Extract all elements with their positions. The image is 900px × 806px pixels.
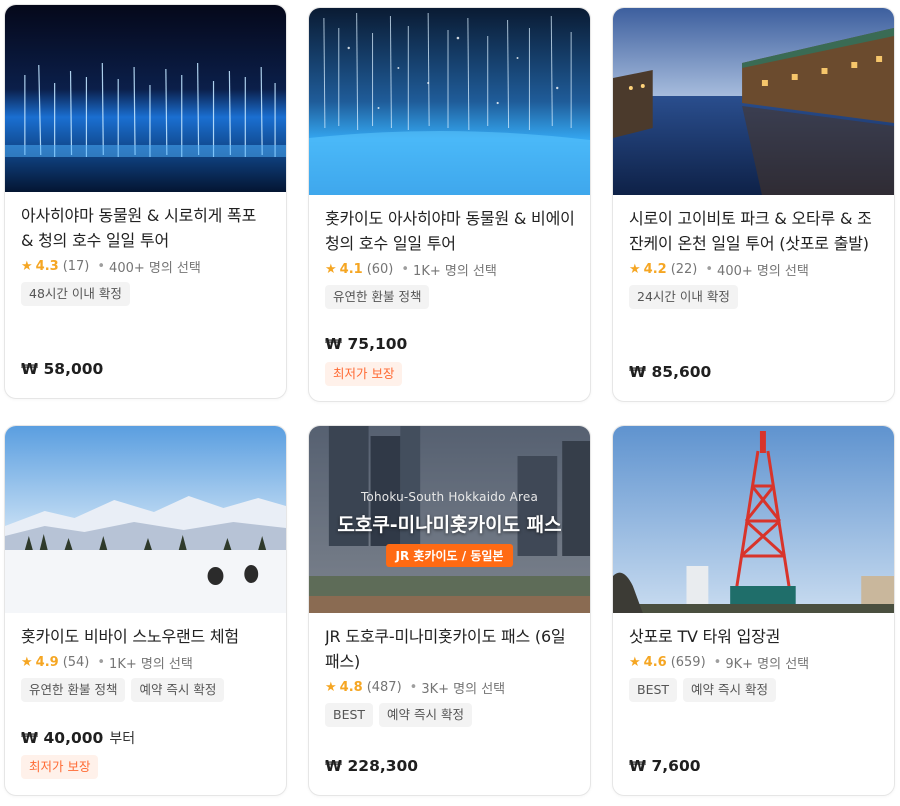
- price-value: ₩ 40,000: [21, 729, 104, 747]
- rating-value: 4.3: [35, 259, 59, 274]
- product-image: [5, 5, 286, 192]
- review-count: (60): [366, 262, 394, 277]
- best-badge: BEST: [629, 678, 678, 702]
- tag: 예약 즉시 확정: [379, 703, 472, 727]
- price-value: ₩ 58,000: [21, 360, 104, 378]
- tag-list: 24시간 이내 확정: [629, 285, 880, 309]
- product-card[interactable]: 홋카이도 비바이 스노우랜드 체험 ★ 4.9 (54) • 1K+ 명의 선택…: [4, 425, 287, 796]
- product-card[interactable]: 삿포로 TV 타워 입장권 ★ 4.6 (659) • 9K+ 명의 선택 BE…: [612, 425, 895, 796]
- product-image: [613, 426, 894, 613]
- rating-value: 4.8: [339, 680, 363, 695]
- product-title[interactable]: 삿포로 TV 타워 입장권: [629, 624, 880, 649]
- image-title: 도호쿠-미나미홋카이도 패스: [337, 514, 562, 536]
- image-subtitle: Tohoku-South Hokkaido Area: [360, 490, 539, 504]
- price: ₩ 40,000 부터: [21, 728, 135, 748]
- product-card[interactable]: Tohoku-South Hokkaido Area 도호쿠-미나미홋카이도 패…: [308, 425, 591, 796]
- tag-list: BEST 예약 즉시 확정: [629, 678, 880, 702]
- best-badge: BEST: [325, 703, 374, 727]
- tag: 예약 즉시 확정: [683, 678, 776, 702]
- product-image: [309, 8, 590, 195]
- price-value: ₩ 228,300: [325, 757, 419, 775]
- rating-row: ★ 4.3 (17) • 400+ 명의 선택: [21, 257, 272, 276]
- review-count: (17): [62, 259, 90, 274]
- price-value: ₩ 75,100: [325, 335, 408, 353]
- rating-value: 4.9: [35, 655, 59, 670]
- review-count: (659): [670, 655, 706, 670]
- rating-value: 4.1: [339, 262, 363, 277]
- separator-dot: •: [401, 262, 410, 277]
- star-icon: ★: [629, 262, 641, 277]
- product-title[interactable]: 홋카이도 비바이 스노우랜드 체험: [21, 624, 272, 649]
- separator-dot: •: [713, 655, 722, 670]
- product-title[interactable]: 시로이 고이비토 파크 & 오타루 & 조잔케이 온천 일일 투어 (삿포로 출…: [629, 206, 880, 256]
- rating-row: ★ 4.6 (659) • 9K+ 명의 선택: [629, 653, 880, 672]
- tag-list: BEST 예약 즉시 확정: [325, 703, 576, 727]
- star-icon: ★: [325, 262, 337, 277]
- product-title[interactable]: 홋카이도 아사히야마 동물원 & 비에이 청의 호수 일일 투어: [325, 206, 576, 256]
- rating-row: ★ 4.2 (22) • 400+ 명의 선택: [629, 260, 880, 279]
- separator-dot: •: [97, 259, 106, 274]
- rating-row: ★ 4.8 (487) • 3K+ 명의 선택: [325, 678, 576, 697]
- booking-count: 1K+ 명의 선택: [109, 657, 193, 672]
- tag: 유연한 환불 정책: [21, 678, 126, 702]
- lowest-price-badge: 최저가 보장: [325, 362, 403, 386]
- rating-row: ★ 4.1 (60) • 1K+ 명의 선택: [325, 260, 576, 279]
- price: ₩ 228,300: [325, 757, 418, 775]
- star-icon: ★: [325, 680, 337, 695]
- review-count: (54): [62, 655, 90, 670]
- review-count: (487): [366, 680, 402, 695]
- product-card[interactable]: 홋카이도 아사히야마 동물원 & 비에이 청의 호수 일일 투어 ★ 4.1 (…: [308, 7, 591, 402]
- booking-count: 9K+ 명의 선택: [725, 657, 810, 672]
- tag: 48시간 이내 확정: [21, 282, 130, 306]
- tag: 유연한 환불 정책: [325, 285, 430, 309]
- price-value: ₩ 85,600: [629, 363, 712, 381]
- rating-value: 4.6: [643, 655, 667, 670]
- separator-dot: •: [97, 655, 106, 670]
- separator-dot: •: [409, 680, 418, 695]
- rating-row: ★ 4.9 (54) • 1K+ 명의 선택: [21, 653, 272, 672]
- image-badge: JR 홋카이도 / 동일본: [385, 544, 514, 567]
- separator-dot: •: [705, 262, 714, 277]
- price: ₩ 7,600: [629, 757, 701, 775]
- price-suffix: 부터: [109, 731, 136, 747]
- product-image: Tohoku-South Hokkaido Area 도호쿠-미나미홋카이도 패…: [309, 426, 590, 613]
- booking-count: 400+ 명의 선택: [717, 264, 809, 279]
- price-value: ₩ 7,600: [629, 757, 701, 775]
- booking-count: 400+ 명의 선택: [109, 261, 201, 276]
- product-card[interactable]: 시로이 고이비토 파크 & 오타루 & 조잔케이 온천 일일 투어 (삿포로 출…: [612, 7, 895, 402]
- lowest-price-badge: 최저가 보장: [21, 755, 99, 779]
- price: ₩ 75,100: [325, 335, 407, 353]
- product-title[interactable]: JR 도호쿠-미나미홋카이도 패스 (6일 패스): [325, 624, 576, 674]
- booking-count: 3K+ 명의 선택: [421, 682, 506, 697]
- tag-list: 48시간 이내 확정: [21, 282, 272, 306]
- review-count: (22): [670, 262, 698, 277]
- tag-list: 유연한 환불 정책 예약 즉시 확정: [21, 678, 272, 702]
- tag-list: 유연한 환불 정책: [325, 285, 576, 309]
- product-title[interactable]: 아사히야마 동물원 & 시로히게 폭포 & 청의 호수 일일 투어: [21, 203, 272, 253]
- product-card[interactable]: 아사히야마 동물원 & 시로히게 폭포 & 청의 호수 일일 투어 ★ 4.3 …: [4, 4, 287, 399]
- tag: 24시간 이내 확정: [629, 285, 738, 309]
- price: ₩ 58,000: [21, 360, 103, 378]
- star-icon: ★: [21, 655, 33, 670]
- booking-count: 1K+ 명의 선택: [413, 264, 497, 279]
- price: ₩ 85,600: [629, 363, 711, 381]
- product-image: [5, 426, 286, 613]
- star-icon: ★: [21, 259, 33, 274]
- rating-value: 4.2: [643, 262, 667, 277]
- tag: 예약 즉시 확정: [131, 678, 225, 702]
- star-icon: ★: [629, 655, 641, 670]
- product-image: [613, 8, 894, 195]
